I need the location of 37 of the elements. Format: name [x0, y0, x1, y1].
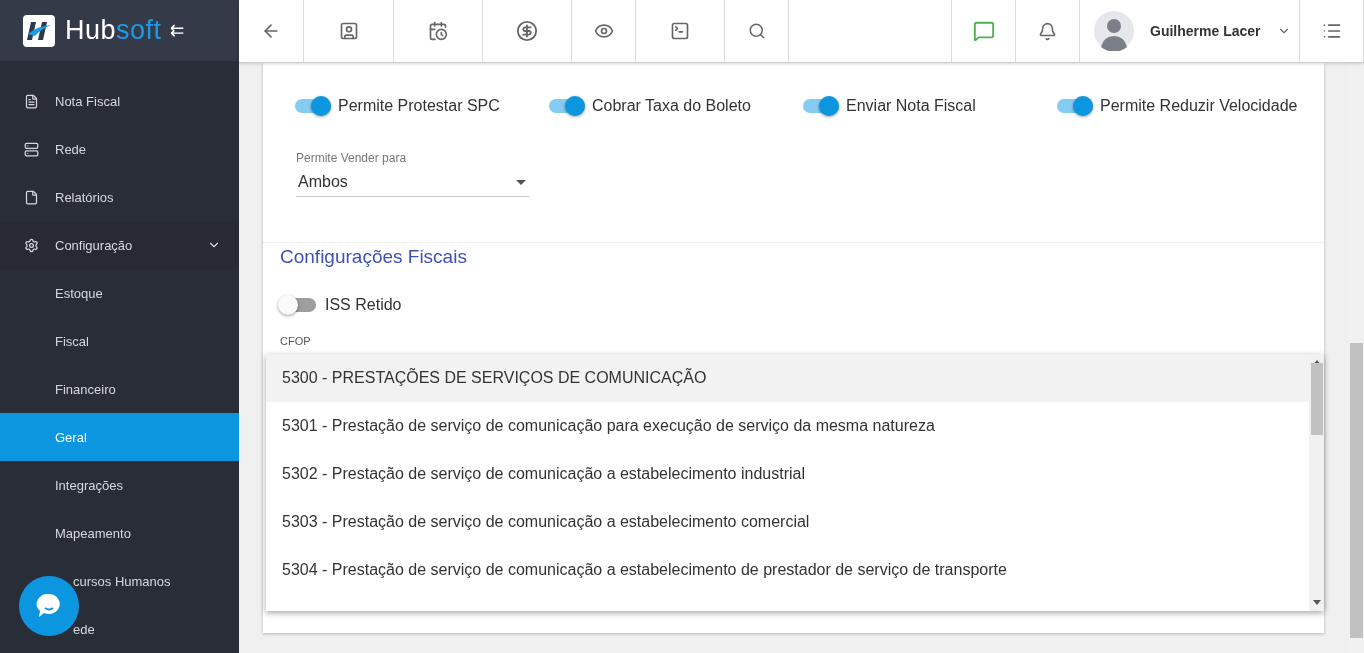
toggle-switch[interactable] — [803, 99, 839, 113]
logo-icon — [23, 14, 55, 47]
sidebar-item[interactable]: Nota Fiscal — [0, 77, 239, 125]
switch-label: ISS Retido — [325, 296, 402, 314]
calendar-clock-icon[interactable] — [428, 21, 448, 41]
terminal-icon[interactable] — [670, 21, 690, 41]
sidebar-item[interactable]: Rede — [0, 125, 239, 173]
sidebar-item[interactable]: Relatórios — [0, 173, 239, 221]
dropdown-option[interactable]: 5300 - PRESTAÇÕES DE SERVIÇOS DE COMUNICAÇÃO — [266, 354, 1309, 402]
sidebar-item[interactable]: ede — [0, 605, 239, 653]
toggle-switch[interactable] — [1057, 99, 1093, 113]
switch-label: Enviar Nota Fiscal — [846, 97, 976, 115]
user-name[interactable]: Guilherme Lacer — [1150, 23, 1261, 39]
brand-name: Hubsoft — [65, 15, 162, 46]
sidebar-item[interactable]: Integrações — [0, 461, 239, 509]
sidebar-item[interactable]: Financeiro — [0, 365, 239, 413]
section-title: Configurações Fiscais — [280, 246, 467, 267]
toggle-switch[interactable] — [280, 298, 316, 312]
sidebar-item[interactable]: Mapeamento — [0, 509, 239, 557]
sidebar-item[interactable]: cursos Humanos — [0, 557, 239, 605]
switch-label: Permite Protestar SPC — [338, 97, 500, 115]
switch-label: Cobrar Taxa do Boleto — [592, 97, 751, 115]
switch-label: Permite Reduzir Velocidade — [1100, 97, 1298, 115]
avatar-icon — [1094, 11, 1134, 51]
scrollbar[interactable] — [1309, 354, 1324, 611]
collapse-toggle[interactable]: ⇇ — [169, 20, 184, 41]
sidebar-item[interactable]: Estoque — [0, 269, 239, 317]
toggle-switch[interactable] — [295, 99, 331, 113]
select-field[interactable]: Permite Vender para Ambos — [296, 151, 530, 197]
field-label: CFOP — [280, 335, 312, 347]
sidebar-item[interactable]: Fiscal — [0, 317, 239, 365]
eye-icon[interactable] — [593, 21, 614, 41]
dollar-icon[interactable] — [516, 20, 538, 42]
contact-card-icon[interactable] — [338, 21, 359, 41]
toggle-switch[interactable] — [549, 99, 585, 113]
search-icon[interactable] — [747, 22, 766, 40]
bell-icon[interactable] — [1038, 21, 1057, 41]
